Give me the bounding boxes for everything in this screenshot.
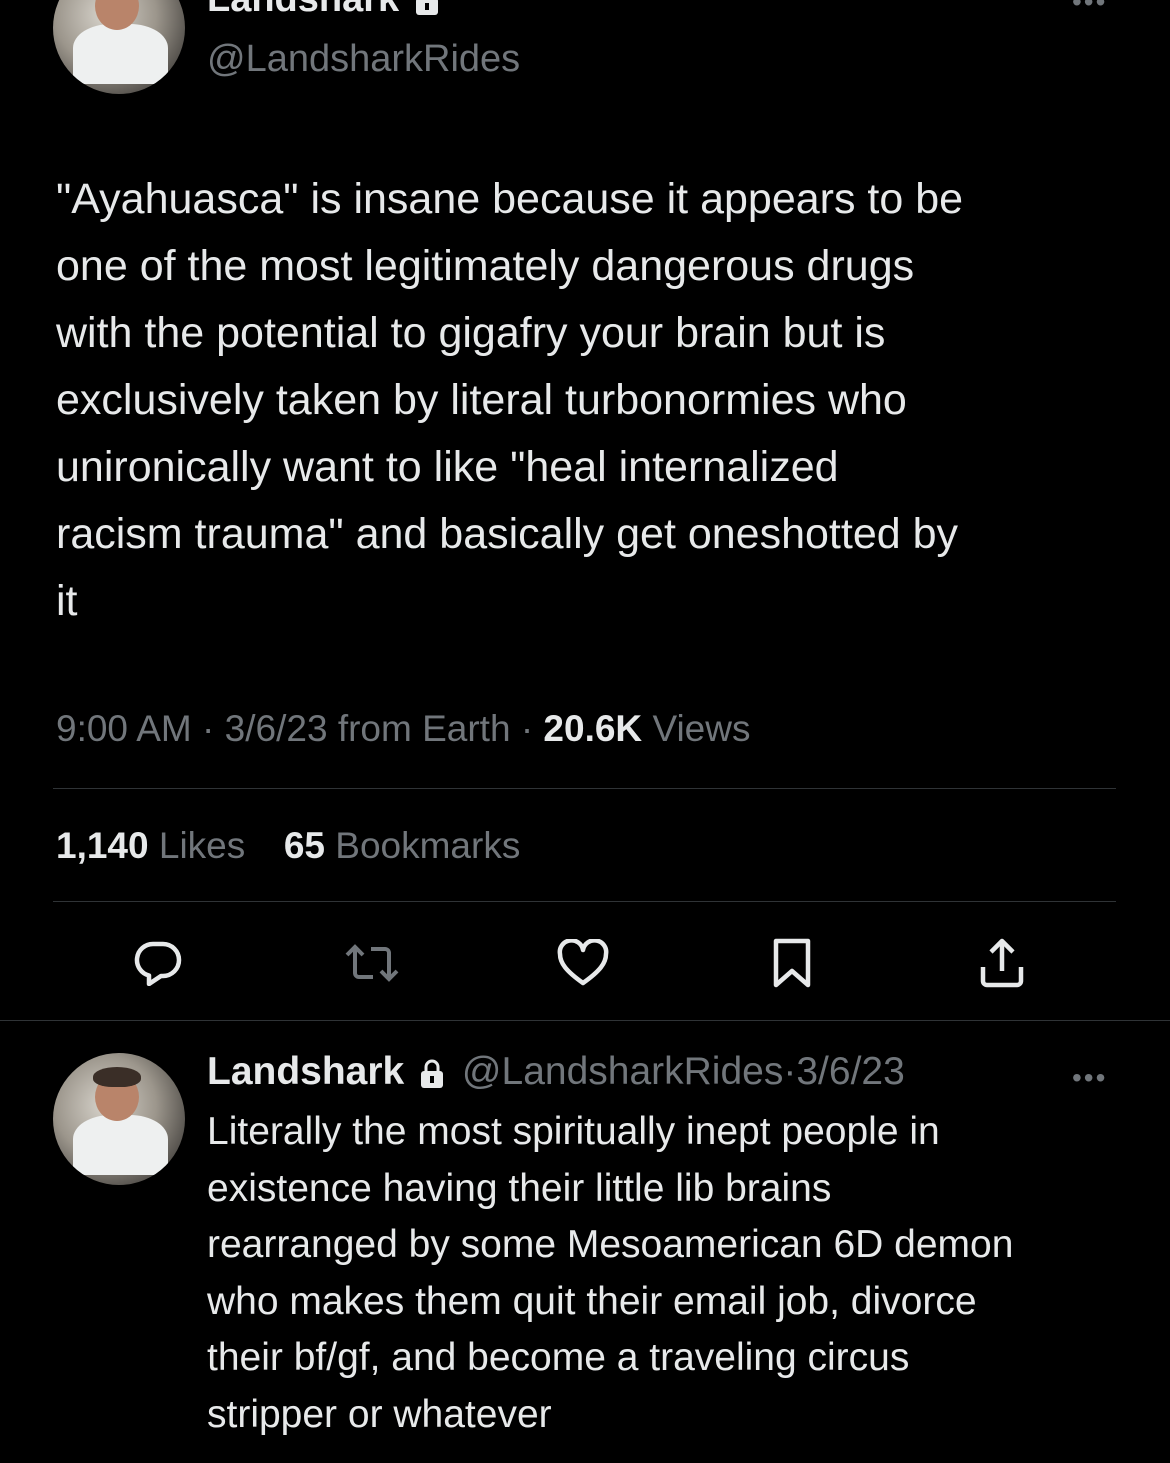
tweet-time[interactable]: 9:00 AM: [56, 708, 192, 749]
tweet-date[interactable]: 3/6/23: [225, 708, 328, 749]
reply-text: Literally the most spiritually inept peo…: [207, 1110, 1014, 1436]
views-label: Views: [652, 708, 751, 749]
divider: [53, 788, 1116, 789]
avatar[interactable]: [53, 0, 185, 94]
share-button[interactable]: [972, 933, 1032, 993]
reply-date[interactable]: 3/6/23: [796, 1050, 904, 1093]
reply-more-options-icon[interactable]: •••: [1072, 1062, 1107, 1094]
tweet-source: from Earth: [337, 708, 511, 749]
like-icon: [557, 939, 609, 986]
separator: ·: [202, 708, 215, 749]
likes-stat[interactable]: 1,140 Likes: [56, 825, 245, 866]
reply-icon: [134, 941, 182, 986]
divider: [53, 901, 1116, 902]
lock-icon: [421, 1059, 444, 1088]
views-count: 20.6K: [543, 708, 643, 749]
reply-handle[interactable]: @LandsharkRides: [462, 1050, 783, 1093]
more-options-icon[interactable]: •••: [1072, 0, 1107, 18]
divider: [0, 1020, 1170, 1021]
lock-icon: [415, 0, 438, 15]
like-button[interactable]: [553, 933, 613, 993]
reply-avatar[interactable]: [53, 1053, 185, 1185]
separator: ·: [520, 708, 534, 749]
tweet-meta: 9:00 AM · 3/6/23 from Earth · 20.6K View…: [56, 708, 750, 750]
display-name[interactable]: Landshark: [207, 0, 440, 21]
bookmarks-stat[interactable]: 65 Bookmarks: [284, 825, 521, 866]
reply-header: Landshark @LandsharkRides·3/6/23: [207, 1050, 905, 1094]
tweet-text: "Ayahuasca" is insane because it appears…: [56, 175, 964, 625]
tweet-stats: 1,140 Likes 65 Bookmarks: [56, 825, 520, 867]
separator: ·: [783, 1050, 797, 1093]
retweet-icon: [345, 944, 399, 982]
reply-display-name[interactable]: Landshark: [207, 1050, 404, 1093]
user-handle[interactable]: @LandsharkRides: [207, 38, 520, 81]
bookmark-button[interactable]: [762, 933, 822, 993]
reply-button[interactable]: [128, 933, 188, 993]
share-icon: [980, 938, 1024, 988]
retweet-button[interactable]: [342, 933, 402, 993]
bookmark-icon: [773, 938, 811, 988]
